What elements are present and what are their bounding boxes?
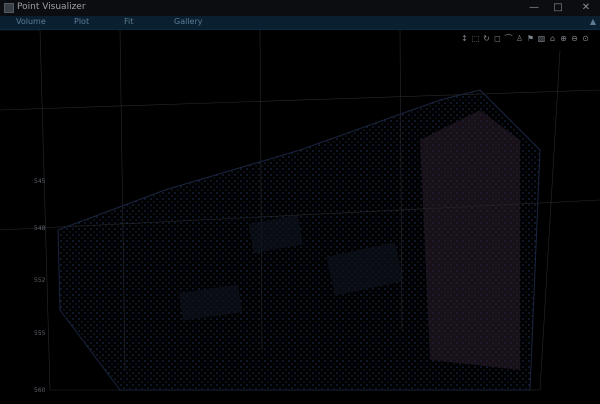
home-icon[interactable]: ⌂: [548, 34, 557, 43]
window-title: Point Visualizer: [17, 2, 86, 12]
maximize-button[interactable]: □: [548, 1, 568, 15]
fit-icon[interactable]: ⊙: [581, 34, 590, 43]
zoom-out-icon[interactable]: ⊖: [570, 34, 579, 43]
axis-tick: 560: [34, 387, 46, 394]
select-icon[interactable]: ⬚: [471, 34, 480, 43]
close-button[interactable]: ✕: [576, 1, 596, 15]
flag-icon[interactable]: ⚑: [526, 34, 535, 43]
pan-icon[interactable]: ↕: [460, 34, 469, 43]
title-bar: Point Visualizer — □ ✕: [0, 0, 600, 17]
person-icon[interactable]: ♙: [515, 34, 524, 43]
plot-toolbar: ↕ ⬚ ↻ ◻ ⌒ ♙ ⚑ ▧ ⌂ ⊕ ⊖ ⊙: [460, 34, 590, 43]
axis-tick: 555: [34, 330, 46, 337]
minimize-button[interactable]: —: [524, 1, 544, 15]
menu-volume[interactable]: Volume: [16, 17, 46, 26]
menu-fit[interactable]: Fit: [124, 17, 133, 26]
zoom-in-icon[interactable]: ⊕: [559, 34, 568, 43]
image-icon[interactable]: ▧: [537, 34, 546, 43]
lasso-icon[interactable]: ⌒: [504, 34, 513, 43]
collapse-ribbon-button[interactable]: ▲: [590, 17, 596, 26]
box-icon[interactable]: ◻: [493, 34, 502, 43]
point-cloud-plot: [0, 30, 600, 391]
3d-viewport[interactable]: ↕ ⬚ ↻ ◻ ⌒ ♙ ⚑ ▧ ⌂ ⊕ ⊖ ⊙ 545 548 552 555 560: [0, 30, 600, 404]
menu-bar: Volume Plot Fit Gallery ▲: [0, 16, 600, 30]
axis-tick: 545: [34, 178, 46, 185]
menu-gallery[interactable]: Gallery: [174, 17, 203, 26]
axis-tick: 552: [34, 277, 46, 284]
axis-tick: 548: [34, 225, 46, 232]
menu-plot[interactable]: Plot: [74, 17, 89, 26]
app-icon: [4, 3, 14, 13]
building-block: [420, 110, 520, 370]
rotate-icon[interactable]: ↻: [482, 34, 491, 43]
